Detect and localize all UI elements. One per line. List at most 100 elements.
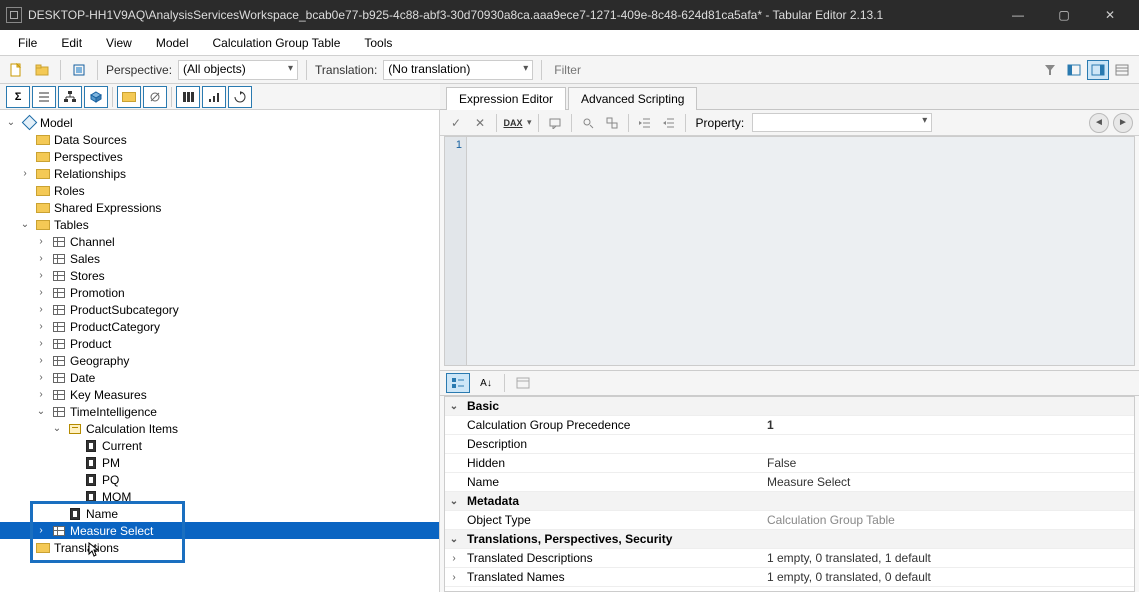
expander-icon[interactable]: ⌄ (4, 117, 18, 128)
tree-node-table[interactable]: ›Geography (0, 352, 439, 369)
tree-node-shared-expressions[interactable]: Shared Expressions (0, 199, 439, 216)
tree-node-calc-item[interactable]: PM (0, 454, 439, 471)
tree-node-table[interactable]: ›Product (0, 335, 439, 352)
tree-node-translations[interactable]: Translations (0, 539, 439, 556)
tree-node-calc-items[interactable]: ⌄Calculation Items (0, 420, 439, 437)
search-icon[interactable] (578, 113, 598, 133)
tree-node-relationships[interactable]: › Relationships (0, 165, 439, 182)
filter-input[interactable] (550, 61, 1033, 79)
indent-icon[interactable] (635, 113, 655, 133)
tree-node-table[interactable]: ›Stores (0, 267, 439, 284)
nav-back-icon[interactable]: ◄ (1089, 113, 1109, 133)
filter-icon[interactable] (1039, 60, 1061, 80)
prop-category-metadata[interactable]: ⌄Metadata (445, 492, 1134, 511)
translation-dropdown[interactable]: (No translation) (383, 60, 533, 80)
expander-icon[interactable]: › (34, 253, 48, 264)
prop-row-translated-descriptions[interactable]: ›Translated Descriptions1 empty, 0 trans… (445, 549, 1134, 568)
tree-node-table[interactable]: ›ProductCategory (0, 318, 439, 335)
expander-icon[interactable]: ⌄ (445, 401, 463, 412)
expander-icon[interactable]: › (445, 572, 463, 583)
prop-value[interactable] (763, 442, 1134, 446)
layout-toggle-1[interactable] (1063, 60, 1085, 80)
folder-toggle-icon[interactable] (117, 86, 141, 108)
menu-edit[interactable]: Edit (51, 33, 92, 53)
tree-node-model[interactable]: ⌄ Model (0, 114, 439, 131)
columns-icon[interactable] (176, 86, 200, 108)
list-view-icon[interactable] (32, 86, 56, 108)
tree-node-table[interactable]: ›Date (0, 369, 439, 386)
expander-icon[interactable]: › (34, 236, 48, 247)
tree-node-calc-item[interactable]: MOM (0, 488, 439, 505)
expander-icon[interactable]: ⌄ (445, 496, 463, 507)
tree-node-datasources[interactable]: Data Sources (0, 131, 439, 148)
tree-node-measure-select[interactable]: ›Measure Select (0, 522, 439, 539)
cancel-icon[interactable]: ✕ (470, 113, 490, 133)
tree-node-calc-item[interactable]: PQ (0, 471, 439, 488)
deploy-icon[interactable] (69, 60, 89, 80)
replace-icon[interactable] (602, 113, 622, 133)
refresh-icon[interactable] (228, 86, 252, 108)
expander-icon[interactable]: ⌄ (50, 423, 64, 434)
tree-node-calc-item[interactable]: Current (0, 437, 439, 454)
tree-node-roles[interactable]: Roles (0, 182, 439, 199)
layout-toggle-2[interactable] (1087, 60, 1109, 80)
prop-row-object-type[interactable]: Object TypeCalculation Group Table (445, 511, 1134, 530)
expander-icon[interactable]: › (34, 287, 48, 298)
property-dropdown[interactable] (752, 113, 932, 132)
new-file-icon[interactable] (6, 60, 26, 80)
prop-value[interactable]: 1 (763, 416, 1134, 434)
hidden-toggle-icon[interactable] (143, 86, 167, 108)
expander-icon[interactable]: › (34, 372, 48, 383)
expression-editor-area[interactable]: 1 (444, 136, 1135, 366)
property-grid[interactable]: ⌄Basic Calculation Group Precedence1 Des… (444, 396, 1135, 592)
prop-row-hidden[interactable]: HiddenFalse (445, 454, 1134, 473)
comment-icon[interactable] (545, 113, 565, 133)
property-pages-icon[interactable] (511, 373, 535, 393)
tree-node-tables[interactable]: ⌄ Tables (0, 216, 439, 233)
prop-row-translated-names[interactable]: ›Translated Names1 empty, 0 translated, … (445, 568, 1134, 587)
maximize-button[interactable]: ▢ (1041, 0, 1087, 30)
expander-icon[interactable]: › (445, 553, 463, 564)
perspective-dropdown[interactable]: (All objects) (178, 60, 298, 80)
menu-tools[interactable]: Tools (354, 33, 402, 53)
model-tree[interactable]: ⌄ Model Data Sources Perspectives › Rela… (0, 110, 439, 592)
accept-icon[interactable]: ✓ (446, 113, 466, 133)
expander-icon[interactable]: › (18, 168, 32, 179)
expander-icon[interactable]: ⌄ (445, 534, 463, 545)
expander-icon[interactable]: › (34, 304, 48, 315)
layout-toggle-3[interactable] (1111, 60, 1133, 80)
outdent-icon[interactable] (659, 113, 679, 133)
close-button[interactable]: ✕ (1087, 0, 1133, 30)
tab-advanced-scripting[interactable]: Advanced Scripting (568, 87, 697, 110)
expander-icon[interactable]: › (34, 270, 48, 281)
expander-icon[interactable]: › (34, 355, 48, 366)
prop-row-cgp[interactable]: Calculation Group Precedence1 (445, 416, 1134, 435)
expander-icon[interactable]: › (34, 321, 48, 332)
expander-icon[interactable]: ⌄ (34, 406, 48, 417)
prop-row-description[interactable]: Description (445, 435, 1134, 454)
tree-node-perspectives[interactable]: Perspectives (0, 148, 439, 165)
menu-view[interactable]: View (96, 33, 142, 53)
prop-category-translations[interactable]: ⌄Translations, Perspectives, Security (445, 530, 1134, 549)
expander-icon[interactable]: › (34, 525, 48, 536)
dax-format-icon[interactable]: DAX (503, 113, 523, 133)
hierarchy-icon[interactable] (58, 86, 82, 108)
tree-node-table[interactable]: ›Channel (0, 233, 439, 250)
prop-value[interactable]: Measure Select (763, 473, 1134, 491)
alphabetical-view-icon[interactable]: A↓ (474, 373, 498, 393)
cube-filter-icon[interactable] (84, 86, 108, 108)
categorized-view-icon[interactable] (446, 373, 470, 393)
sort-icon[interactable] (202, 86, 226, 108)
prop-category-basic[interactable]: ⌄Basic (445, 397, 1134, 416)
minimize-button[interactable]: — (995, 0, 1041, 30)
tree-node-table[interactable]: ›Key Measures (0, 386, 439, 403)
expander-icon[interactable]: › (34, 389, 48, 400)
open-file-icon[interactable] (32, 60, 52, 80)
nav-forward-icon[interactable]: ► (1113, 113, 1133, 133)
tree-node-table[interactable]: ›ProductSubcategory (0, 301, 439, 318)
tab-expression-editor[interactable]: Expression Editor (446, 87, 566, 110)
tree-node-table[interactable]: ›Promotion (0, 284, 439, 301)
measure-filter-icon[interactable]: Σ (6, 86, 30, 108)
menu-calc-group-table[interactable]: Calculation Group Table (203, 33, 351, 53)
expander-icon[interactable]: ⌄ (18, 219, 32, 230)
